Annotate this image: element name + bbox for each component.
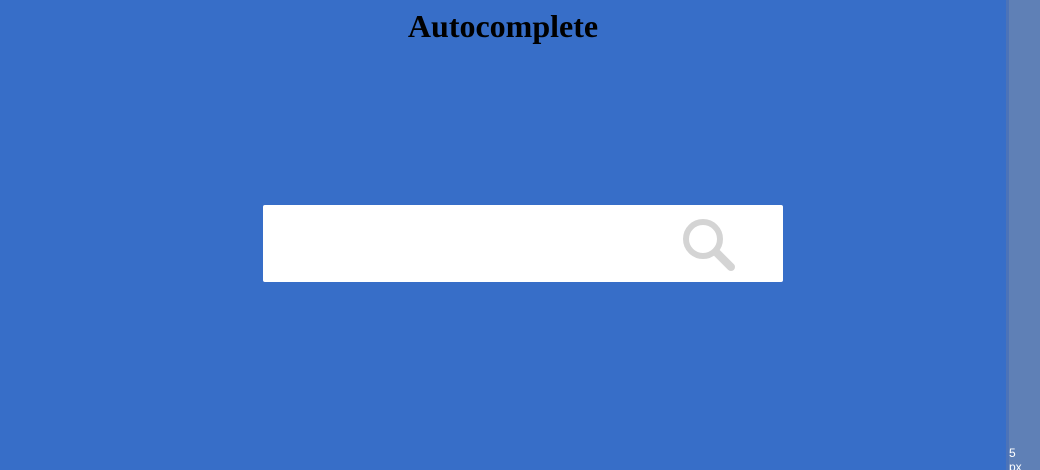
scrollbar[interactable]: 5 px [1006,0,1040,470]
corner-label-unit: px [1009,460,1022,470]
scrollbar-edge [1006,0,1009,470]
page-title: Autocomplete [407,8,599,44]
search-icon[interactable] [681,217,737,273]
corner-label-number: 5 [1009,446,1016,460]
search-input[interactable] [263,205,663,282]
corner-label: 5 px [1009,446,1022,470]
search-box [263,205,783,282]
